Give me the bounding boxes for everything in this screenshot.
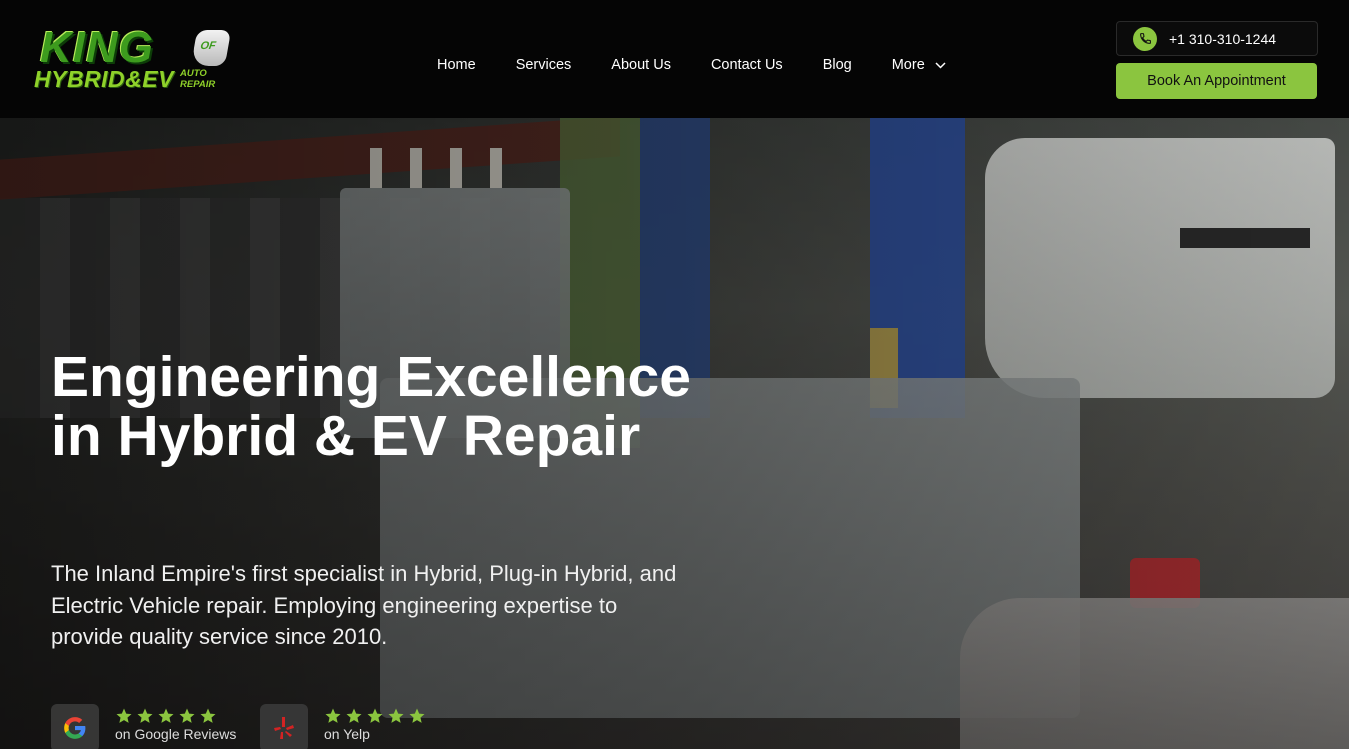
- logo-hybrid-ev-text: HYBRID&EV: [34, 66, 174, 92]
- star-icon: [325, 708, 341, 723]
- chevron-down-icon: [935, 61, 946, 69]
- star-icon: [367, 708, 383, 723]
- yelp-review-badge[interactable]: on Yelp: [260, 704, 426, 749]
- google-star-rating: [115, 707, 236, 725]
- nav-more[interactable]: More: [892, 57, 946, 73]
- star-icon: [409, 708, 425, 723]
- hero-subtitle: The Inland Empire's first specialist in …: [51, 561, 677, 649]
- phone-link[interactable]: +1 310-310-1244: [1116, 21, 1318, 56]
- star-icon: [200, 708, 216, 723]
- nav-home[interactable]: Home: [437, 57, 476, 73]
- star-icon: [116, 708, 132, 723]
- star-icon: [137, 708, 153, 723]
- nav-more-label: More: [891, 57, 925, 73]
- nav-services[interactable]: Services: [516, 57, 572, 73]
- phone-icon: [1133, 26, 1157, 51]
- hero-section: Engineering Excellence in Hybrid & EV Re…: [0, 118, 1349, 749]
- star-icon: [179, 708, 195, 723]
- logo-of-badge: OF: [190, 30, 232, 66]
- star-icon: [158, 708, 174, 723]
- book-appointment-button[interactable]: Book An Appointment: [1116, 63, 1317, 99]
- main-nav: Home Services About Us Contact Us Blog M…: [437, 55, 986, 75]
- site-logo[interactable]: KING OF HYBRID&EV AUTO REPAIR: [34, 26, 234, 96]
- nav-about-us[interactable]: About Us: [611, 57, 671, 73]
- site-header: KING OF HYBRID&EV AUTO REPAIR Home Servi…: [0, 0, 1349, 118]
- logo-auto-repair-text: AUTO REPAIR: [180, 68, 216, 90]
- logo-king-text: KING: [40, 23, 154, 72]
- hero-title: Engineering Excellence in Hybrid & EV Re…: [51, 345, 691, 468]
- star-icon: [346, 708, 362, 723]
- yelp-icon: [260, 704, 308, 749]
- google-review-badge[interactable]: on Google Reviews: [51, 704, 236, 749]
- google-review-label: on Google Reviews: [115, 726, 237, 742]
- nav-blog[interactable]: Blog: [823, 57, 852, 73]
- star-icon: [388, 708, 404, 723]
- nav-contact-us[interactable]: Contact Us: [711, 57, 783, 73]
- yelp-review-label: on Yelp: [324, 726, 370, 742]
- phone-number: +1 310-310-1244: [1169, 30, 1277, 47]
- google-icon: [51, 704, 99, 749]
- yelp-star-rating: [324, 707, 426, 725]
